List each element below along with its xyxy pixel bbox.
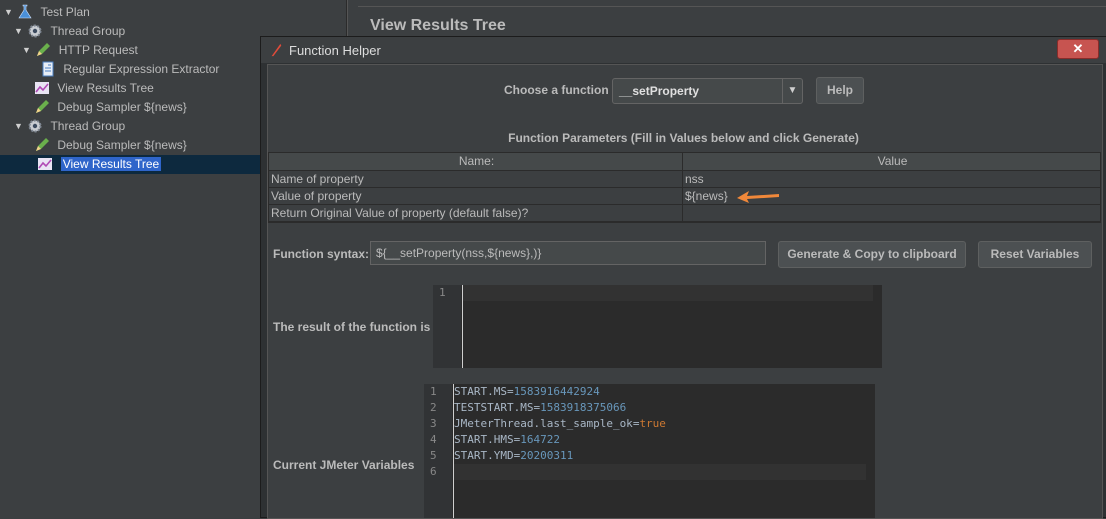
gear-icon xyxy=(28,119,42,133)
tree-item-label: Thread Group xyxy=(50,24,126,38)
tree-item-label: Debug Sampler ${news} xyxy=(57,100,187,114)
result-text[interactable] xyxy=(462,285,873,368)
expand-icon[interactable]: ▼ xyxy=(22,41,32,60)
var-key: TESTSTART.MS xyxy=(454,401,534,414)
pencil-icon xyxy=(37,42,51,56)
tree-item-thread-group[interactable]: ▼ Thread Group xyxy=(14,117,125,136)
line-number: 6 xyxy=(430,465,437,478)
line-gutter: 1 2 3 4 5 6 xyxy=(424,384,452,518)
code-line: START.MS=1583916442924 xyxy=(454,385,600,398)
arrow-annotation-icon xyxy=(737,191,779,203)
flask-icon xyxy=(18,4,32,19)
var-value: 1583916442924 xyxy=(513,385,600,398)
tree-item-view-results-tree[interactable]: View Results Tree xyxy=(34,79,154,98)
function-result-editor[interactable]: 1 xyxy=(433,285,895,368)
params-table: Name: Value Name of property nss Value o… xyxy=(268,152,1101,223)
line-number: 2 xyxy=(430,401,437,414)
line-gutter: 1 xyxy=(433,285,461,368)
line-number: 1 xyxy=(430,385,437,398)
params-caption: Function Parameters (Fill in Values belo… xyxy=(508,131,859,145)
var-key: START.MS xyxy=(454,385,507,398)
param-value-cell[interactable] xyxy=(683,205,1100,221)
var-value: 20200311 xyxy=(520,449,574,462)
param-name: Return Original Value of property (defau… xyxy=(269,205,683,221)
expand-icon[interactable]: ▼ xyxy=(4,3,14,22)
tree-item-label: Thread Group xyxy=(50,119,126,133)
param-value-text: ${news} xyxy=(685,189,728,203)
tree-item-http-request[interactable]: ▼ HTTP Request xyxy=(22,41,138,60)
tree-item-label: View Results Tree xyxy=(57,81,154,95)
code-line: START.YMD=20200311 xyxy=(454,449,574,462)
generate-copy-button[interactable]: Generate & Copy to clipboard xyxy=(778,241,966,268)
chart-icon xyxy=(38,157,53,170)
dialog-titlebar[interactable]: Function Helper ✕ xyxy=(261,37,1106,63)
variables-text[interactable]: START.MS=1583916442924 TESTSTART.MS=1583… xyxy=(453,384,866,518)
tree-item-debug-sampler[interactable]: Debug Sampler ${news} xyxy=(34,98,187,117)
function-syntax-field[interactable]: ${__setProperty(nss,${news},)} xyxy=(370,241,766,265)
function-select-value: __setProperty xyxy=(619,84,700,98)
var-key: START.HMS xyxy=(454,433,514,446)
chart-icon xyxy=(35,81,49,94)
tree-item-debug-sampler[interactable]: Debug Sampler ${news} xyxy=(34,136,187,155)
column-header-value: Value xyxy=(877,154,908,168)
code-line: TESTSTART.MS=1583918375066 xyxy=(454,401,627,414)
table-row[interactable]: Value of property ${news} xyxy=(269,188,1100,205)
tree-item-label: Debug Sampler ${news} xyxy=(57,138,187,152)
function-result-label: The result of the function is xyxy=(273,320,431,334)
var-key: START.YMD xyxy=(454,449,514,462)
dialog-title: Function Helper xyxy=(289,43,381,58)
table-row[interactable]: Return Original Value of property (defau… xyxy=(269,205,1100,222)
param-value-cell[interactable]: ${news} xyxy=(683,188,1100,204)
line-number: 5 xyxy=(430,449,437,462)
tree-item-test-plan[interactable]: ▼ Test Plan xyxy=(4,3,90,22)
divider xyxy=(358,6,1106,7)
function-syntax-label: Function syntax: xyxy=(273,247,370,261)
var-key: JMeterThread.last_sample_ok xyxy=(454,417,633,430)
function-helper-dialog: Function Helper ✕ Choose a function __se… xyxy=(260,36,1106,519)
code-line: JMeterThread.last_sample_ok=true xyxy=(454,417,666,430)
expand-icon[interactable]: ▼ xyxy=(14,117,24,136)
dialog-content: Choose a function __setProperty ▼ Help F… xyxy=(267,64,1103,519)
choose-function-label: Choose a function xyxy=(504,83,609,97)
tree-item-label: Test Plan xyxy=(40,5,90,19)
chevron-down-icon[interactable]: ▼ xyxy=(782,79,802,103)
reset-variables-button[interactable]: Reset Variables xyxy=(978,241,1092,268)
var-value: 164722 xyxy=(520,433,560,446)
close-button[interactable]: ✕ xyxy=(1057,39,1099,59)
expand-icon[interactable]: ▼ xyxy=(14,22,24,41)
jmeter-variables-editor[interactable]: 1 2 3 4 5 6 START.MS=1583916442924 TESTS… xyxy=(424,384,888,518)
param-value-cell[interactable]: nss xyxy=(683,171,1100,187)
param-name: Name of property xyxy=(269,171,683,187)
help-button[interactable]: Help xyxy=(816,77,864,104)
line-number: 4 xyxy=(430,433,437,446)
tree-item-label: Regular Expression Extractor xyxy=(63,62,220,76)
tree-item-label: HTTP Request xyxy=(58,43,138,57)
panel-title: View Results Tree xyxy=(370,17,506,34)
table-header-row: Name: Value xyxy=(269,153,1100,171)
column-header-name: Name: xyxy=(269,153,683,170)
tree-item-thread-group[interactable]: ▼ Thread Group xyxy=(14,22,125,41)
table-row[interactable]: Name of property nss xyxy=(269,171,1100,188)
jmeter-variables-label: Current JMeter Variables xyxy=(273,458,415,472)
var-value: true xyxy=(639,417,666,430)
document-icon xyxy=(42,61,54,77)
current-line xyxy=(454,464,866,480)
scrollbar[interactable] xyxy=(881,285,895,368)
gear-icon xyxy=(28,24,42,38)
pencil-icon xyxy=(36,137,49,151)
scrollbar[interactable] xyxy=(874,384,888,518)
feather-icon xyxy=(271,43,282,57)
line-number: 1 xyxy=(439,286,446,299)
tree-item-label: View Results Tree xyxy=(60,157,162,171)
current-line xyxy=(463,285,873,301)
pencil-icon xyxy=(36,99,49,113)
code-line: START.HMS=164722 xyxy=(454,433,560,446)
tree-item-regex-extractor[interactable]: Regular Expression Extractor xyxy=(40,60,219,79)
var-value: 1583918375066 xyxy=(540,401,627,414)
param-name: Value of property xyxy=(269,188,683,204)
function-select[interactable]: __setProperty ▼ xyxy=(612,78,803,104)
line-number: 3 xyxy=(430,417,437,430)
